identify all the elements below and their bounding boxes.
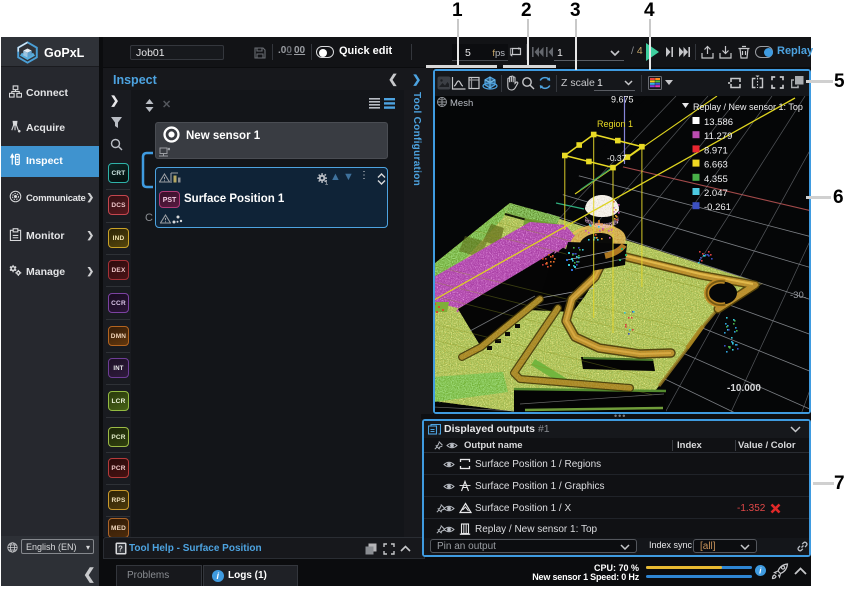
svg-text:Region 1: Region 1 bbox=[597, 119, 633, 129]
svg-text:-0.261: -0.261 bbox=[704, 202, 731, 213]
svg-text:-0.37: -0.37 bbox=[607, 153, 627, 163]
svg-text:Mesh: Mesh bbox=[450, 98, 473, 109]
svg-text:8.971: 8.971 bbox=[704, 145, 728, 156]
svg-text:13.586: 13.586 bbox=[704, 117, 733, 128]
svg-text:?: ? bbox=[118, 545, 123, 554]
svg-text:6.663: 6.663 bbox=[704, 160, 728, 171]
svg-text:Replay / New sensor 1: Top: Replay / New sensor 1: Top bbox=[693, 102, 803, 112]
svg-text:4.355: 4.355 bbox=[704, 174, 728, 185]
svg-text:2.047: 2.047 bbox=[704, 188, 728, 199]
svg-text:-30.: -30. bbox=[790, 290, 806, 301]
svg-text:-10.000: -10.000 bbox=[727, 383, 761, 394]
svg-text:9.675: 9.675 bbox=[611, 96, 634, 105]
svg-text:11.279: 11.279 bbox=[704, 131, 732, 142]
svg-text:1: 1 bbox=[325, 181, 329, 185]
